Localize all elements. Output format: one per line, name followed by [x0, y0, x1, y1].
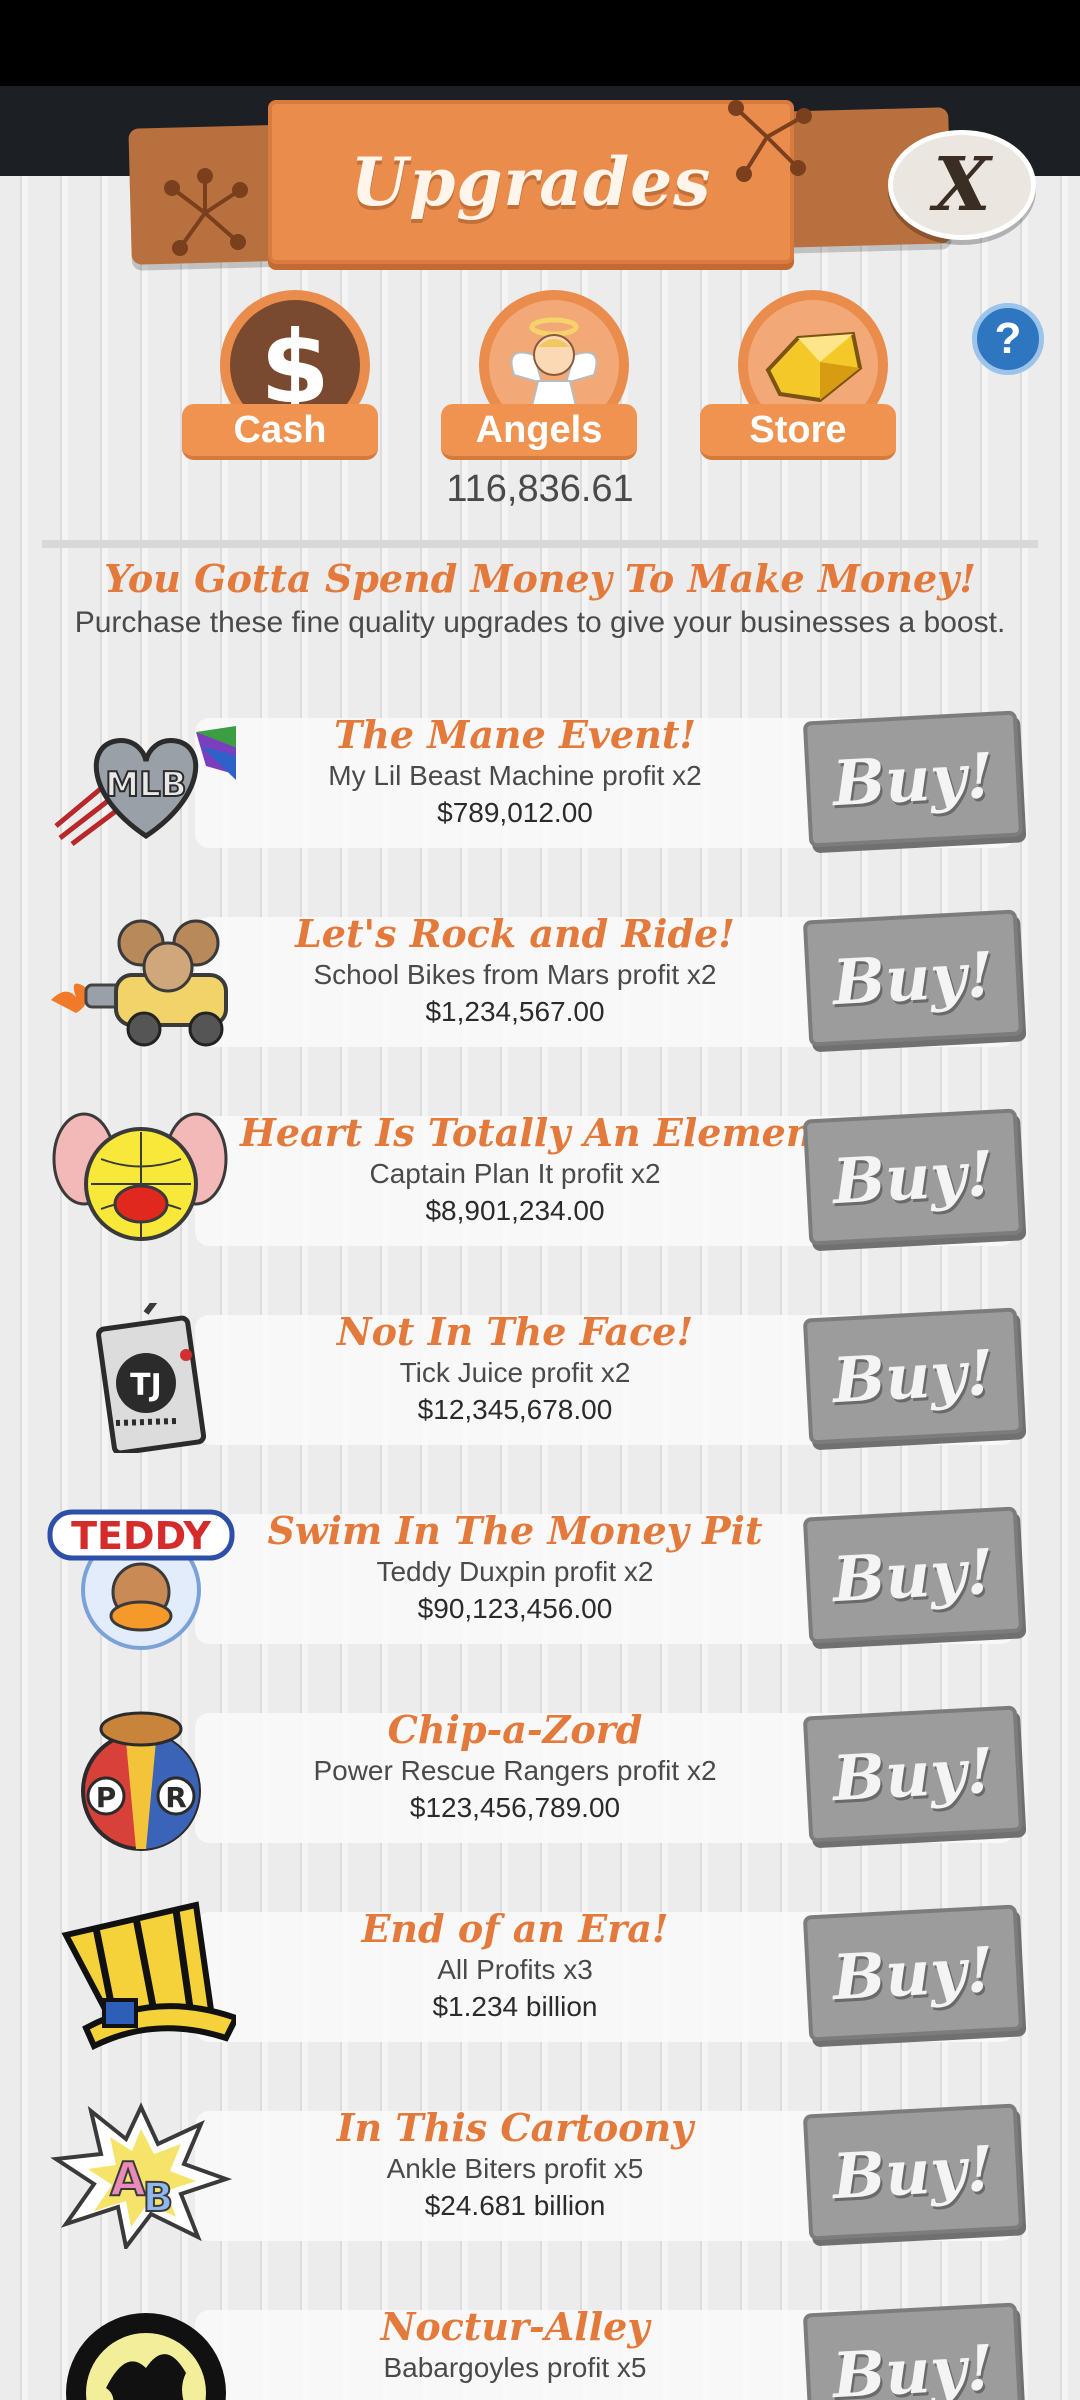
list-item: A B In This Cartoony Ankle Biters profit…	[0, 2097, 1080, 2249]
upgrade-description: Teddy Duxpin profit x2	[376, 1556, 654, 1587]
svg-text:A: A	[110, 2152, 146, 2206]
upgrades-headline: You Gotta Spend Money To Make Money!	[104, 556, 976, 601]
ab-burst-icon: A B	[50, 2102, 233, 2249]
buy-button[interactable]: Buy!	[802, 1108, 1024, 1246]
buy-button[interactable]: Buy!	[802, 1307, 1024, 1445]
upgrade-description: Tick Juice profit x2	[399, 1357, 631, 1388]
cash-balance: 116,836.61	[446, 468, 634, 510]
buy-button[interactable]: Buy!	[802, 1705, 1024, 1843]
help-button[interactable]: ?	[972, 303, 1044, 375]
buy-button[interactable]: Buy!	[802, 710, 1024, 848]
starburst-left-icon	[164, 168, 248, 256]
svg-text:R: R	[165, 1781, 187, 1814]
svg-text:B: B	[143, 2175, 174, 2221]
upgrade-price: $789,012.00	[437, 797, 593, 828]
list-item: MLB The Mane Event! My Lil Beast Machine…	[0, 704, 1080, 854]
tab-angels[interactable]: Angels	[441, 290, 637, 460]
list-item: TJ Not In The Face! Tick Juice profit x2…	[0, 1301, 1080, 1453]
upgrade-price: $8,901,234.00	[425, 1195, 605, 1226]
upgrade-description: Babargoyles profit x5	[383, 2352, 647, 2383]
upgrade-title: Not In The Face!	[336, 1309, 694, 1354]
gargoyle-icon	[66, 2313, 226, 2400]
list-item: P R Chip-a-Zord Power Rescue Rangers pro…	[0, 1699, 1080, 1851]
upgrade-price: $1,234,567.00	[425, 996, 605, 1027]
upgrade-description: Captain Plan It profit x2	[369, 1158, 661, 1189]
list-item: Heart Is Totally An Element Captain Plan…	[0, 1102, 1080, 1252]
upgrade-description: My Lil Beast Machine profit x2	[328, 760, 702, 791]
upgrade-title: Swim In The Money Pit	[267, 1508, 763, 1553]
close-icon: X	[933, 142, 991, 228]
mouse-car-icon	[51, 919, 228, 1047]
tab-cash[interactable]: $ Cash	[182, 290, 378, 460]
starburst-right-icon	[728, 100, 812, 182]
tab-angels-label: Angels	[441, 404, 637, 460]
tab-store-label: Store	[700, 404, 896, 460]
upgrade-price: $1.234 billion	[432, 1991, 598, 2022]
svg-text:MLB: MLB	[105, 765, 186, 805]
upgrade-title: Heart Is Totally An Element	[240, 1110, 832, 1155]
status-bar	[0, 0, 1080, 86]
buy-button[interactable]: Buy!	[802, 1904, 1024, 2042]
svg-text:TEDDY: TEDDY	[71, 1514, 211, 1558]
upgrade-title: Noctur-Alley	[380, 2304, 650, 2349]
list-item: Noctur-Alley Babargoyles profit x5 Buy!	[0, 2296, 1080, 2400]
upgrade-price: $90,123,456.00	[417, 1593, 613, 1624]
divider	[42, 540, 1038, 548]
tab-cash-label: Cash	[182, 404, 378, 460]
teddy-icon: TEDDY	[47, 1509, 235, 1650]
buy-button[interactable]: Buy!	[802, 2302, 1024, 2400]
upgrade-description: All Profits x3	[437, 1954, 593, 1985]
upgrade-price: $123,456,789.00	[409, 1792, 621, 1823]
upgrade-title: In This Cartoony	[336, 2105, 694, 2150]
globe-ears-icon	[52, 1112, 228, 1241]
juice-box-icon: TJ	[96, 1303, 207, 1453]
upgrade-title: Chip-a-Zord	[387, 1707, 643, 1752]
upgrade-price: $24.681 billion	[424, 2190, 606, 2221]
svg-text:P: P	[96, 1781, 117, 1814]
header-banner: Upgrades	[268, 100, 794, 264]
help-icon: ?	[994, 314, 1022, 363]
buy-button[interactable]: Buy!	[802, 1506, 1024, 1644]
upgrade-description: School Bikes from Mars profit x2	[313, 959, 717, 990]
list-item: End of an Era! All Profits x3 $1.234 bil…	[0, 1898, 1080, 2050]
page-title: Upgrades	[350, 143, 712, 221]
prr-ball-icon: P R	[81, 1711, 201, 1851]
mlb-heart-icon: MLB	[54, 726, 236, 846]
upgrade-title: Let's Rock and Ride!	[295, 911, 735, 956]
upgrade-title: The Mane Event!	[333, 712, 697, 757]
upgrade-price: $12,345,678.00	[417, 1394, 613, 1425]
list-item: Let's Rock and Ride! School Bikes from M…	[0, 903, 1080, 1053]
list-item: TEDDY Swim In The Money Pit Teddy Duxpin…	[0, 1500, 1080, 1650]
upgrades-subtitle: Purchase these fine quality upgrades to …	[74, 606, 1006, 639]
buy-button[interactable]: Buy!	[802, 909, 1024, 1047]
upgrade-description: Power Rescue Rangers profit x2	[313, 1755, 717, 1786]
close-button[interactable]: X	[888, 130, 1036, 240]
buy-button[interactable]: Buy!	[802, 2103, 1024, 2241]
upgrade-title: End of an Era!	[361, 1906, 669, 1951]
top-hat-icon	[61, 1901, 236, 2050]
svg-text:TJ: TJ	[130, 1368, 162, 1403]
upgrade-description: Ankle Biters profit x5	[386, 2153, 644, 2184]
tab-store[interactable]: Store	[700, 290, 896, 460]
